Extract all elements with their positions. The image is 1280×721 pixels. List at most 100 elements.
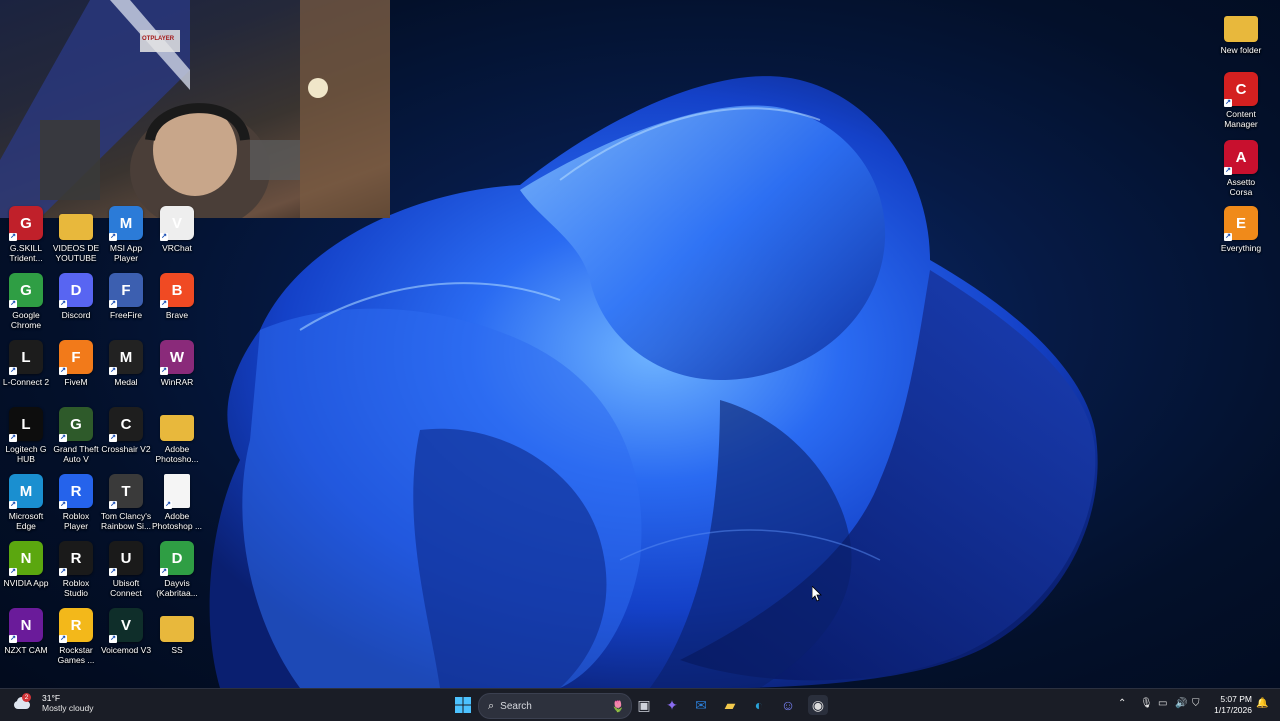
- desktop-icon-label: Voicemod V3: [100, 645, 152, 655]
- desktop-icon-label: WinRAR: [160, 377, 194, 387]
- desktop-icon-label: Content Manager: [1224, 109, 1258, 129]
- winrar-icon: W ↗: [160, 340, 194, 375]
- desktop-icon[interactable]: Adobe Photosho...: [151, 407, 203, 464]
- desktop-icon-label: New folder: [1220, 45, 1262, 55]
- rainbow-six-icon: T ↗: [109, 474, 143, 509]
- desktop-icon[interactable]: D ↗ Discord: [50, 273, 102, 320]
- medal-icon: M ↗: [109, 340, 143, 375]
- desktop-icon[interactable]: M ↗ MSI App Player: [100, 206, 152, 263]
- freefire-icon: F ↗: [109, 273, 143, 308]
- desktop-icon[interactable]: R ↗ Rockstar Games ...: [50, 608, 102, 665]
- search-box[interactable]: ⌕ Search 🌷: [478, 693, 632, 719]
- desktop-icon[interactable]: T ↗ Tom Clancy's Rainbow Si...: [100, 474, 152, 531]
- desktop-icon[interactable]: D ↗ Dayvis (Kabritaa...: [151, 541, 203, 598]
- desktop-icon[interactable]: F ↗ FiveM: [50, 340, 102, 387]
- desktop-icon[interactable]: M ↗ Microsoft Edge: [0, 474, 52, 531]
- shortcut-arrow-icon: ↗: [1224, 99, 1232, 107]
- desktop-icon-label: Medal: [114, 377, 138, 387]
- desktop-icon[interactable]: G ↗ Google Chrome: [0, 273, 52, 330]
- desktop-icon[interactable]: V ↗ Voicemod V3: [100, 608, 152, 655]
- weather-condition: Mostly cloudy: [42, 703, 94, 713]
- desktop-icon[interactable]: R ↗ Roblox Player: [50, 474, 102, 531]
- desktop-icon[interactable]: W ↗ WinRAR: [151, 340, 203, 387]
- desktop-icon[interactable]: N ↗ NZXT CAM: [0, 608, 52, 655]
- chrome-profile-icon: D ↗: [160, 541, 194, 576]
- obs-icon[interactable]: ◉: [808, 695, 828, 715]
- shortcut-arrow-icon: ↗: [160, 568, 168, 576]
- start-icon[interactable]: [453, 695, 473, 715]
- desktop-icon[interactable]: V ↗ VRChat: [151, 206, 203, 253]
- webcam-scene: [0, 0, 390, 218]
- rockstar-icon: R ↗: [59, 608, 93, 643]
- desktop-icon[interactable]: L ↗ L-Connect 2: [0, 340, 52, 387]
- edge-icon[interactable]: ◐: [749, 695, 769, 715]
- shortcut-arrow-icon: ↗: [160, 300, 168, 308]
- gta-v-icon: G ↗: [59, 407, 93, 442]
- desktop-icon-label: Roblox Studio: [62, 578, 90, 598]
- desktop-icon[interactable]: U ↗ Ubisoft Connect: [100, 541, 152, 598]
- shortcut-arrow-icon: ↗: [109, 568, 117, 576]
- desktop-icon[interactable]: M ↗ Medal: [100, 340, 152, 387]
- document-icon: ↗: [164, 474, 190, 509]
- desktop-icon[interactable]: ↗ Adobe Photoshop ...: [151, 474, 203, 531]
- shortcut-arrow-icon: ↗: [9, 434, 17, 442]
- discord-icon[interactable]: ☺: [778, 695, 798, 715]
- lconnect-icon: L ↗: [9, 340, 43, 375]
- voicemod-icon: V ↗: [109, 608, 143, 643]
- shortcut-arrow-icon: ↗: [160, 233, 168, 241]
- everything-search-icon: E ↗: [1224, 206, 1258, 241]
- clock[interactable]: 5:07 PM 1/17/2026: [1214, 694, 1252, 716]
- shortcut-arrow-icon: ↗: [9, 300, 17, 308]
- shortcut-arrow-icon: ↗: [109, 300, 117, 308]
- desktop-icon[interactable]: G ↗ G.SKILL Trident...: [0, 206, 52, 263]
- desktop[interactable]: OTPLAYER G ↗ G.SKILL Trident... VIDEOS DE Y…: [0, 0, 1280, 688]
- content-manager-icon: C ↗: [1224, 72, 1258, 107]
- shortcut-arrow-icon: ↗: [59, 434, 67, 442]
- desktop-icon[interactable]: C ↗ Crosshair V2: [100, 407, 152, 454]
- msi-app-player-icon: M ↗: [109, 206, 143, 241]
- edge-icon: M ↗: [9, 474, 43, 509]
- desktop-icon[interactable]: SS: [151, 608, 203, 655]
- desktop-icon[interactable]: E ↗ Everything: [1215, 206, 1267, 253]
- nvidia-icon: N ↗: [9, 541, 43, 576]
- outlook-icon[interactable]: ✉: [691, 695, 711, 715]
- battery-shield-icon[interactable]: ⛉: [1192, 698, 1200, 709]
- desktop-icon[interactable]: G ↗ Grand Theft Auto V: [50, 407, 102, 464]
- network-icon[interactable]: ▭: [1158, 698, 1167, 709]
- desktop-icon[interactable]: B ↗ Brave: [151, 273, 203, 320]
- copilot-icon[interactable]: ✦: [662, 695, 682, 715]
- desktop-icon-label: Assetto Corsa: [1226, 177, 1256, 197]
- volume-icon[interactable]: 🔊: [1175, 698, 1187, 709]
- desktop-icon-label: NVIDIA App: [3, 578, 49, 588]
- weather-cloud-icon: 2: [12, 693, 31, 711]
- desktop-icon[interactable]: New folder: [1215, 8, 1267, 55]
- desktop-icon-label: Brave: [165, 310, 189, 320]
- weather-temp: 31°F: [42, 693, 61, 703]
- microphone-icon[interactable]: 🎙: [1140, 698, 1153, 709]
- desktop-icon-label: Tom Clancy's Rainbow Si...: [100, 511, 152, 531]
- desktop-icon[interactable]: R ↗ Roblox Studio: [50, 541, 102, 598]
- file-explorer-icon[interactable]: ▰: [720, 695, 740, 715]
- desktop-icon-label: Dayvis (Kabritaa...: [156, 578, 198, 598]
- desktop-icon[interactable]: C ↗ Content Manager: [1215, 72, 1267, 129]
- task-view-icon[interactable]: ▣: [634, 695, 654, 715]
- shortcut-arrow-icon: ↗: [59, 568, 67, 576]
- shortcut-arrow-icon: ↗: [9, 501, 17, 509]
- desktop-icon-label: Rockstar Games ...: [57, 645, 95, 665]
- desktop-icon[interactable]: A ↗ Assetto Corsa: [1215, 140, 1267, 197]
- shortcut-arrow-icon: ↗: [59, 300, 67, 308]
- clock-date: 1/17/2026: [1214, 705, 1252, 715]
- crosshair-icon: C ↗: [109, 407, 143, 442]
- desktop-icon[interactable]: VIDEOS DE YOUTUBE: [50, 206, 102, 263]
- desktop-icon-label: Microsoft Edge: [8, 511, 44, 531]
- shortcut-arrow-icon: ↗: [109, 635, 117, 643]
- notifications-bell-icon[interactable]: 🔔: [1256, 698, 1268, 709]
- desktop-icon-label: VIDEOS DE YOUTUBE: [52, 243, 100, 263]
- desktop-icon-label: SS: [171, 645, 183, 655]
- desktop-icon[interactable]: N ↗ NVIDIA App: [0, 541, 52, 588]
- shortcut-arrow-icon: ↗: [109, 367, 117, 375]
- desktop-icon[interactable]: L ↗ Logitech G HUB: [0, 407, 52, 464]
- show-hidden-icons-icon[interactable]: ⌃: [1118, 698, 1126, 709]
- weather-widget[interactable]: 2 31°F Mostly cloudy: [12, 693, 94, 713]
- desktop-icon[interactable]: F ↗ FreeFire: [100, 273, 152, 320]
